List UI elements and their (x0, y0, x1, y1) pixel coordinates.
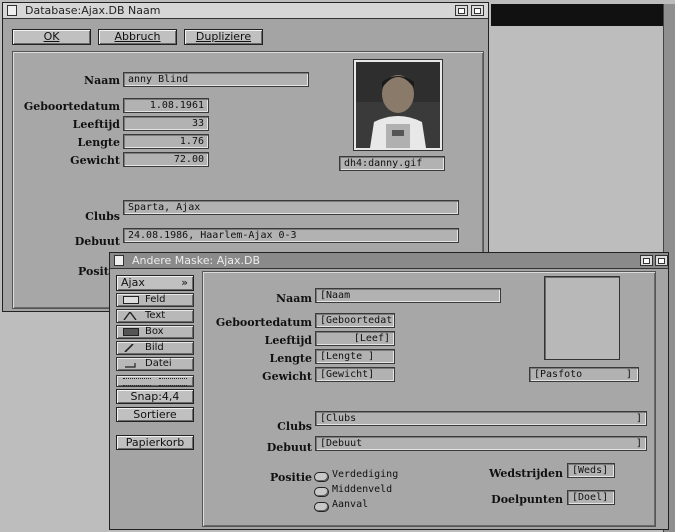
label-gewicht: Gewicht (70, 154, 120, 167)
align-right-icon (159, 378, 187, 386)
clubs-placeholder[interactable]: [Clubs ] (315, 411, 647, 426)
label-naam: Naam (276, 292, 312, 305)
radio-middenveld[interactable] (314, 487, 329, 497)
label-naam: Naam (84, 74, 120, 87)
field-icon (123, 296, 139, 304)
window-title: Andere Maske: Ajax.DB (132, 254, 261, 267)
dark-screen-strip (491, 4, 663, 26)
pen-icon (124, 344, 134, 352)
debuut-placeholder[interactable]: [Debuut ] (315, 436, 647, 451)
text-tool-icon (123, 312, 137, 320)
toolbox-header[interactable]: Ajax » (116, 275, 194, 291)
radio-label-middenveld: Middenveld (332, 484, 393, 495)
radio-label-aanval: Aanval (332, 499, 369, 510)
gewicht-placeholder[interactable]: [Gewicht] (315, 367, 395, 382)
label-lengte: Lengte (269, 352, 312, 365)
label-geboortedatum: Geboortedatum (215, 316, 312, 329)
radio-label-verdediging: Verdediging (332, 469, 399, 480)
label-positie: Positie (270, 471, 312, 484)
close-gadget-icon[interactable] (114, 255, 124, 266)
radio-verdediging[interactable] (314, 472, 329, 482)
label-geboortedatum: Geboortedatum (23, 100, 120, 113)
radio-aanval[interactable] (314, 502, 329, 512)
label-clubs: Clubs (85, 210, 120, 223)
geboortedatum-field[interactable]: 1.08.1961 (123, 98, 209, 113)
player-photo[interactable] (353, 59, 443, 151)
zoom-gadget-icon[interactable] (655, 255, 668, 266)
mask-window: Andere Maske: Ajax.DB Ajax » Feld Text B… (109, 252, 669, 530)
clubs-field[interactable]: Sparta, Ajax (123, 200, 459, 215)
mask-window-titlebar[interactable]: Andere Maske: Ajax.DB (110, 253, 668, 269)
sort-button[interactable]: Sortiere (116, 407, 194, 422)
label-leeftijd: Leeftijd (264, 334, 312, 347)
label-gewicht: Gewicht (262, 370, 312, 383)
naam-placeholder[interactable]: [Naam (315, 288, 501, 303)
player-photo-image (356, 62, 440, 148)
doelpunten-placeholder[interactable]: [Doel] (567, 490, 615, 505)
duplicate-button[interactable]: Dupliziere (184, 29, 263, 45)
naam-field[interactable]: anny Blind (123, 72, 309, 87)
tool-box[interactable]: Box (116, 325, 194, 339)
record-window-titlebar[interactable]: Database:Ajax.DB Naam (3, 3, 488, 19)
align-left-icon (123, 378, 151, 386)
zoom-gadget-icon[interactable] (471, 5, 484, 16)
depth-gadget-icon[interactable] (455, 5, 468, 16)
tool-datei[interactable]: Datei (116, 357, 194, 371)
lengte-placeholder[interactable]: [Lengte ] (315, 349, 395, 364)
label-debuut: Debuut (266, 441, 312, 454)
snap-button[interactable]: Snap:4,4 (116, 389, 194, 404)
lengte-field[interactable]: 1.76 (123, 134, 209, 149)
leeftijd-field[interactable]: 33 (123, 116, 209, 131)
mask-editor-panel: Naam [Naam Geboortedatum [Geboortedat Le… (202, 271, 656, 527)
tool-feld[interactable]: Feld (116, 293, 194, 307)
tool-bild[interactable]: Bild (116, 341, 194, 355)
box-icon (123, 328, 139, 336)
align-buttons[interactable] (116, 375, 194, 387)
label-doelpunten: Doelpunten (491, 493, 563, 506)
pasfoto-placeholder[interactable]: [Pasfoto ] (529, 367, 639, 382)
close-gadget-icon[interactable] (7, 5, 17, 16)
label-leeftijd: Leeftijd (72, 118, 120, 131)
debuut-field[interactable]: 24.08.1986, Haarlem-Ajax 0-3 (123, 228, 459, 243)
gewicht-field[interactable]: 72.00 (123, 152, 209, 167)
photo-frame[interactable] (544, 276, 620, 360)
wedstrijden-placeholder[interactable]: [Weds] (567, 463, 615, 478)
geboortedatum-placeholder[interactable]: [Geboortedat (315, 313, 395, 328)
collapse-arrow-icon: » (181, 276, 188, 289)
photo-filename-field[interactable]: dh4:danny.gif (339, 156, 445, 171)
leeftijd-placeholder[interactable]: [Leef] (315, 331, 395, 346)
trash-button[interactable]: Papierkorb (116, 435, 194, 450)
ok-button[interactable]: OK (12, 29, 91, 45)
cancel-button[interactable]: Abbruch (98, 29, 177, 45)
file-icon (125, 363, 136, 368)
label-lengte: Lengte (77, 136, 120, 149)
label-debuut: Debuut (74, 235, 120, 248)
tool-text[interactable]: Text (116, 309, 194, 323)
depth-gadget-icon[interactable] (640, 255, 653, 266)
window-title: Database:Ajax.DB Naam (25, 4, 161, 17)
label-wedstrijden: Wedstrijden (488, 467, 563, 480)
label-clubs: Clubs (277, 420, 312, 433)
